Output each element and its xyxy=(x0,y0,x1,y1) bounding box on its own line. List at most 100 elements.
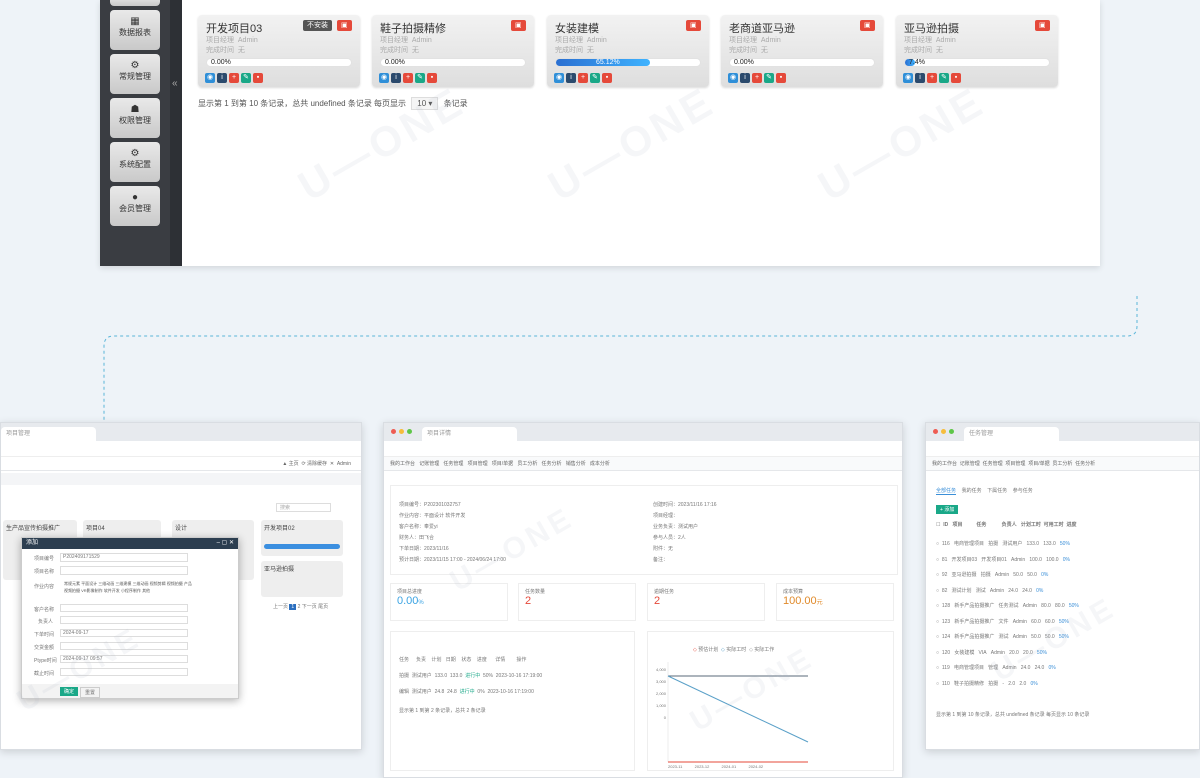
tab-subordinate[interactable]: 下属任务 xyxy=(987,488,1007,494)
browser-tab[interactable]: 项目详情 xyxy=(422,427,517,441)
search-input[interactable]: 搜索 xyxy=(276,503,331,512)
mini-card-title: 开发项目02 xyxy=(264,526,295,532)
info-line: 创建时间：2023/11/16 17:16 xyxy=(653,502,717,508)
column-header: 状态 xyxy=(461,657,472,663)
last-page[interactable]: 尾页 xyxy=(318,604,328,610)
nav-item[interactable]: ▲ 主页 xyxy=(282,461,298,467)
column-header: 计划 xyxy=(431,657,442,663)
nav-item[interactable]: 任务管理 xyxy=(983,461,1003,467)
mini-project-card[interactable]: 亚马逊拍摄 xyxy=(261,561,343,597)
browser-window-middle: 项目详情 我的工作台 记账管理 任务管理 项目管理 项目/单据 员工分析 任务分… xyxy=(383,422,903,778)
stat-label: 项目总进度 xyxy=(397,589,423,595)
table-row[interactable]: ○ 92 亚马逊拍摄 拍摄 Admin 50.0 50.0 0% xyxy=(936,568,1079,584)
nav-item[interactable]: 任务管理 xyxy=(443,461,463,467)
task-tabs: 全部任务 我的任务 下属任务 参与任务 xyxy=(936,487,1033,495)
checkbox-option[interactable]: 平面设计 xyxy=(81,581,97,586)
top-nav: 我的工作台 记账管理 任务管理 项目管理 项目/单据 员工分析 任务分析 销售分… xyxy=(384,457,902,471)
nav-item[interactable]: 员工分析 xyxy=(517,461,537,467)
field-label: 项目编号 xyxy=(34,556,55,562)
customer-input[interactable] xyxy=(60,604,188,612)
table-row[interactable]: ○ 81 开发项目03 开发项目01 Admin 100.0 100.0 0% xyxy=(936,553,1079,569)
hours-chart-panel: ◇ 预估计划 ◇ 实际工时 ◇ 实际工作 4,000 3,000 2,000 1,00… xyxy=(647,631,894,771)
nav-item[interactable]: 任务分析 xyxy=(1075,461,1095,467)
mini-card-title: 生产品宣传拍摄推广 xyxy=(6,526,61,532)
browser-tab[interactable]: 项目管理 xyxy=(1,427,96,441)
table-row[interactable]: ○ 116 电商管理项目 拍摄 测试用户 133.0 133.0 50% xyxy=(936,537,1079,553)
nav-item[interactable]: 项目/单据 xyxy=(492,461,513,467)
project-code-input[interactable]: P202409171529 xyxy=(60,553,188,562)
field-label: Ptype时间 xyxy=(34,658,57,664)
field-label: 负责人 xyxy=(38,619,54,625)
nav-item[interactable]: 我的工作台 xyxy=(932,461,957,467)
prev-page[interactable]: 上一页 xyxy=(273,604,288,610)
column-header: 日期 xyxy=(445,657,456,663)
checkbox-option[interactable]: 三维建模 xyxy=(115,581,131,586)
column-header: 详情 xyxy=(495,657,506,663)
nav-item[interactable]: ⟳ 清除缓存 xyxy=(301,461,327,467)
address-bar[interactable] xyxy=(1,443,361,457)
tab-all[interactable]: 全部任务 xyxy=(936,488,957,495)
table-row[interactable]: ○ 82 测试计划 测试 Admin 24.0 24.0 0% xyxy=(936,584,1079,600)
info-line: 附件：无 xyxy=(653,546,674,552)
checkbox-option[interactable]: 其他 xyxy=(142,588,150,593)
stat-unit: 元 xyxy=(816,600,823,606)
nav-item[interactable]: 任务分析 xyxy=(542,461,562,467)
mini-card-title: 设计 xyxy=(175,526,188,532)
mini-project-card[interactable]: 开发项目02 xyxy=(261,520,343,556)
task-table-panel: 任务 负责 计划 日期 状态 进度 详情 操作 拍摄 测试用户 133.0 13… xyxy=(390,631,635,771)
checkbox-option[interactable]: 视频剪辑 xyxy=(150,581,166,586)
project-name-input[interactable] xyxy=(60,566,188,575)
table-row[interactable]: ○ 128 新手产品拍摄推广 任务测试 Admin 80.0 80.0 50% xyxy=(936,599,1079,615)
checkbox-option[interactable]: 小程序制作 xyxy=(121,588,141,593)
tab-participate[interactable]: 参与任务 xyxy=(1013,488,1033,494)
checkbox-option[interactable]: 常规元素 xyxy=(64,581,80,586)
stat-value: 100.00 xyxy=(783,595,817,607)
field-label: 交货金额 xyxy=(34,645,55,651)
info-line: 备注： xyxy=(653,557,669,563)
info-line: 业务负责：测试用户 xyxy=(653,524,699,530)
nav-item[interactable]: 项目/单据 xyxy=(1028,461,1049,467)
tab-strip xyxy=(1,473,361,485)
nav-item[interactable]: 我的工作台 xyxy=(390,461,415,467)
reset-button[interactable]: 重置 xyxy=(80,687,101,698)
field-label: 下单时间 xyxy=(34,632,55,638)
nav-item[interactable]: 成本分析 xyxy=(590,461,610,467)
checkbox-option[interactable]: 三维动画 xyxy=(98,581,114,586)
close-icon[interactable]: – ▢ ✕ xyxy=(217,538,238,549)
owner-input[interactable] xyxy=(60,616,188,624)
dialog-title: 添加 xyxy=(26,540,39,546)
checkbox-option[interactable]: 三维动画 xyxy=(133,581,149,586)
user-menu[interactable]: Admin xyxy=(337,461,351,467)
x-axis-ticks: 2023-11 2023-12 2024-01 2024-02 xyxy=(668,764,764,769)
table-row[interactable]: 拍摄 测试用户 133.0 133.0 进行中 50% 2023-10-16 1… xyxy=(399,672,542,679)
nav-item[interactable]: 记账管理 xyxy=(419,461,439,467)
next-page[interactable]: 下一页 xyxy=(302,604,317,610)
nav-item[interactable]: 记账管理 xyxy=(960,461,980,467)
close-icon[interactable]: ✕ xyxy=(330,461,334,467)
nav-item[interactable]: 员工分析 xyxy=(1052,461,1072,467)
info-line: 作业内容：平面设计 软件开发 xyxy=(399,513,466,519)
work-content-checkboxes[interactable]: 常规元素 平面设计 三维动画 三维建模 三维动画 视频剪辑 视频拍摄 产品视频拍… xyxy=(64,580,194,594)
add-button[interactable]: + 添加 xyxy=(936,505,959,514)
address-bar[interactable] xyxy=(384,443,902,457)
nav-item[interactable]: 项目管理 xyxy=(1005,461,1025,467)
table-row[interactable]: 编辑 测试用户 24.8 24.8 进行中 0% 2023-10-16 17:1… xyxy=(399,688,534,695)
stat-label: 逾期任务 xyxy=(654,589,675,595)
tab-mine[interactable]: 我的任务 xyxy=(962,488,982,494)
browser-tab[interactable]: 任务管理 xyxy=(964,427,1059,441)
stat-card: 任务数量 2 xyxy=(518,583,636,621)
page-2[interactable]: 2 xyxy=(298,604,301,610)
stat-label: 任务数量 xyxy=(525,589,546,595)
address-bar[interactable] xyxy=(926,443,1199,457)
nav-item[interactable]: 项目管理 xyxy=(468,461,488,467)
column-header: 任务 xyxy=(399,657,410,663)
checkbox-option[interactable]: 软件开发 xyxy=(104,588,120,593)
checkbox-option[interactable]: 视频拍摄 xyxy=(167,581,183,586)
nav-item[interactable]: 销售分析 xyxy=(566,461,586,467)
top-nav: 我的工作台 记账管理 任务管理 项目管理 项目/单据 员工分析 任务分析 xyxy=(926,457,1199,471)
page-1[interactable]: 1 xyxy=(289,604,297,610)
pagination: 上一页 1 2 下一页 尾页 xyxy=(273,603,328,610)
stat-value: 0.00 xyxy=(397,595,419,607)
checkbox-option[interactable]: VR影像制作 xyxy=(81,588,103,593)
top-nav: ▲ 主页 ⟳ 清除缓存 ✕ Admin xyxy=(1,457,361,471)
